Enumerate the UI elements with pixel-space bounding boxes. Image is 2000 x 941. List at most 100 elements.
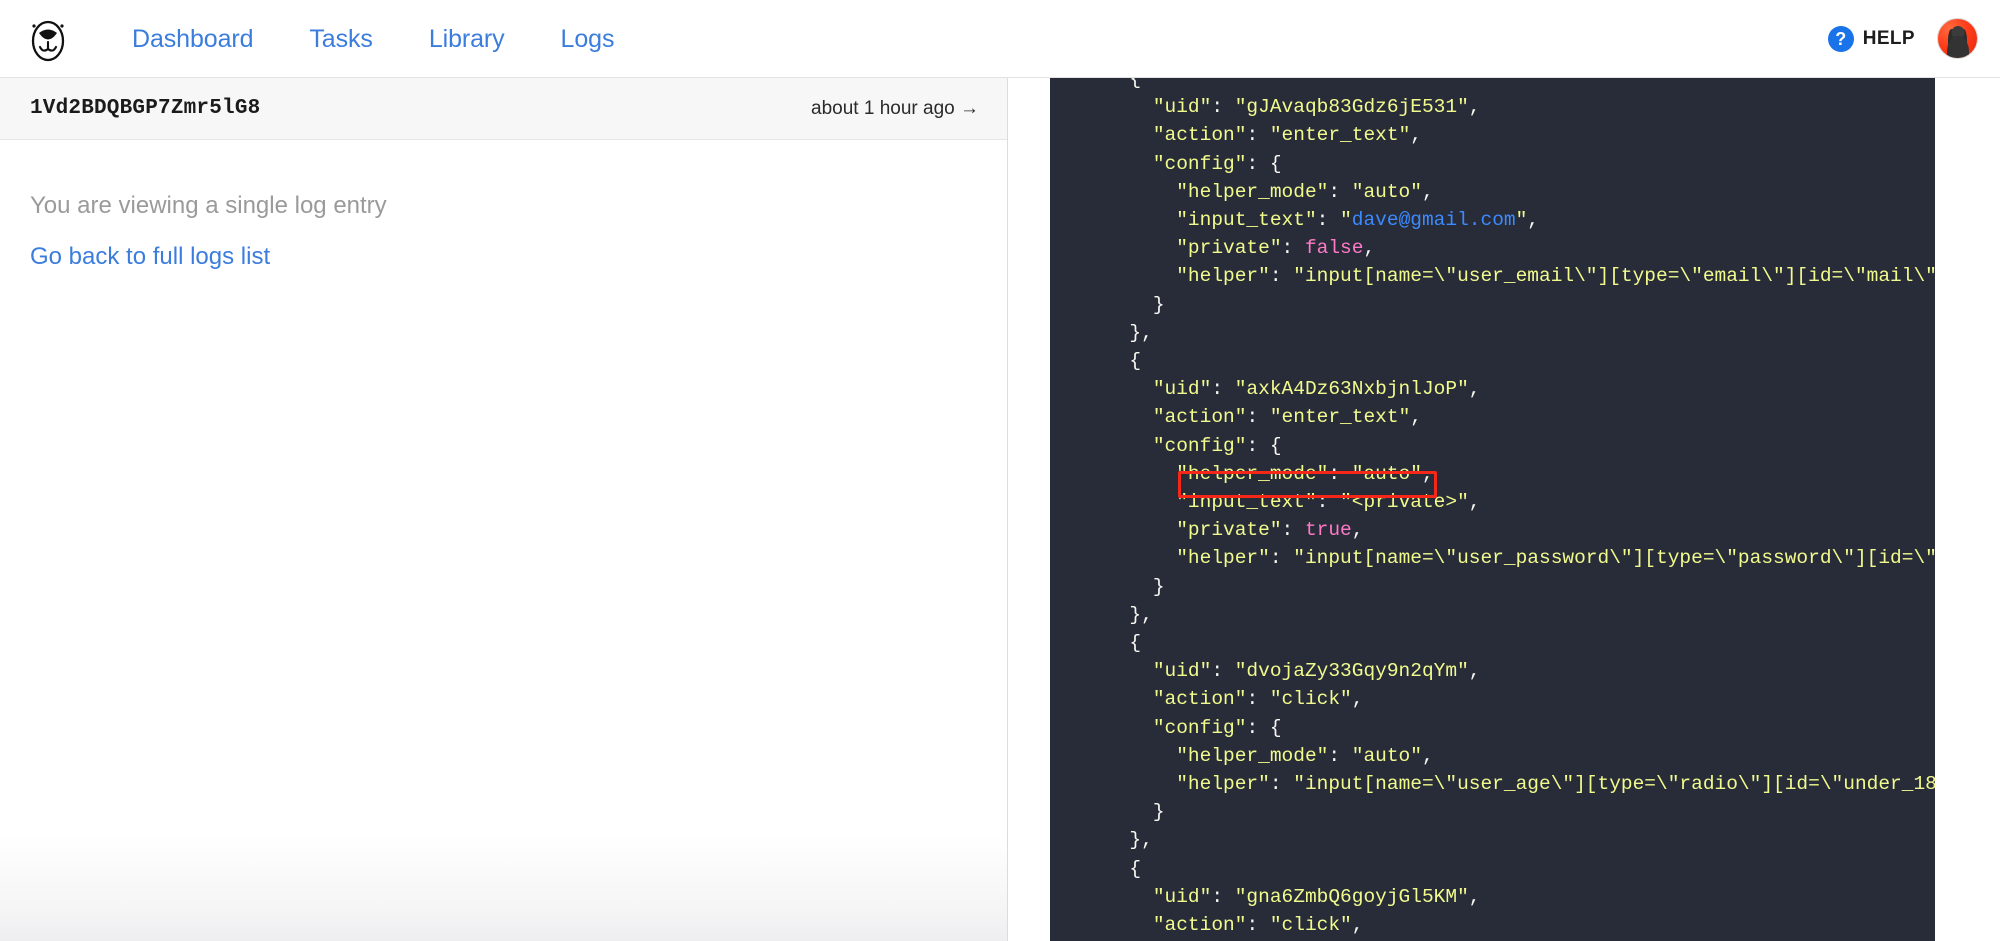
code-token-key: "input_text" [1176, 209, 1316, 231]
code-token-key: "private" [1176, 237, 1281, 259]
code-token-str: "<private>" [1340, 491, 1469, 513]
code-token-punc: , [1422, 463, 1434, 485]
log-entry-body: You are viewing a single log entry Go ba… [0, 140, 1007, 271]
code-token-str: "enter_text" [1270, 124, 1410, 146]
code-token-punc: : [1282, 237, 1305, 259]
single-entry-notice: You are viewing a single log entry [30, 190, 977, 221]
code-token-key: "action" [1153, 406, 1247, 428]
code-token-punc: : [1246, 406, 1269, 428]
code-token-bool: false [1305, 237, 1364, 259]
code-token-str: "click" [1270, 914, 1352, 936]
code-token-punc: , [1469, 886, 1481, 908]
code-token-punc: : [1270, 773, 1293, 795]
code-token-punc: }, [1129, 322, 1152, 344]
nav-item-logs[interactable]: Logs [533, 24, 643, 54]
code-token-str: "input[name=\"user_age\"][type=\"radio\"… [1293, 773, 1935, 795]
code-token-punc: , [1527, 209, 1539, 231]
code-token-str: "auto" [1352, 181, 1422, 203]
code-token-key: "uid" [1153, 378, 1212, 400]
code-token-str: "auto" [1352, 463, 1422, 485]
code-token-punc: : [1282, 519, 1305, 541]
code-token-str: " [1516, 209, 1528, 231]
code-token-punc: : [1211, 660, 1234, 682]
code-token-punc: : [1246, 914, 1269, 936]
code-token-key: "private" [1176, 519, 1281, 541]
code-token-punc: : [1270, 547, 1293, 569]
code-token-punc: , [1352, 519, 1364, 541]
code-token-punc: , [1352, 914, 1364, 936]
code-token-str: "input[name=\"user_password\"][type=\"pa… [1293, 547, 1935, 569]
json-code-content: { "uid": "gJAvaqb83Gdz6jE531", "action":… [1050, 78, 1935, 941]
code-token-key: "action" [1153, 914, 1247, 936]
log-entry-header: 1Vd2BDQBGP7Zmr5lG8 about 1 hour ago → [0, 78, 1007, 140]
code-token-bool: true [1305, 519, 1352, 541]
back-to-logs-link[interactable]: Go back to full logs list [30, 243, 270, 270]
topbar-right-group: ? HELP [1828, 18, 2000, 59]
code-token-punc: : [1211, 886, 1234, 908]
code-token-punc: , [1422, 181, 1434, 203]
code-token-punc: : [1328, 745, 1351, 767]
code-token-link[interactable]: dave@gmail.com [1352, 209, 1516, 231]
code-token-str: "axkA4Dz63NxbjnlJoP" [1235, 378, 1469, 400]
code-token-punc: }, [1129, 829, 1152, 851]
code-token-punc: , [1469, 660, 1481, 682]
code-token-str: "dvojaZy33Gqy9n2qYm" [1235, 660, 1469, 682]
code-token-punc: : { [1246, 153, 1281, 175]
code-token-key: "config" [1153, 435, 1247, 457]
code-token-key: "action" [1153, 124, 1247, 146]
code-token-key: "uid" [1153, 886, 1212, 908]
app-logo-button[interactable] [0, 0, 96, 78]
code-token-key: "helper" [1176, 547, 1270, 569]
code-pane-right-gutter [1935, 78, 2000, 941]
code-token-key: "uid" [1153, 96, 1212, 118]
code-token-key: "config" [1153, 153, 1247, 175]
log-entry-timestamp-link[interactable]: about 1 hour ago → [811, 98, 979, 120]
code-token-punc: , [1410, 124, 1422, 146]
help-button[interactable]: ? HELP [1828, 26, 1915, 52]
log-entry-pane: 1Vd2BDQBGP7Zmr5lG8 about 1 hour ago → Yo… [0, 78, 1008, 941]
code-token-punc: , [1469, 378, 1481, 400]
code-token-punc: { [1129, 858, 1141, 880]
code-token-punc: { [1129, 350, 1141, 372]
json-code-viewer[interactable]: { "uid": "gJAvaqb83Gdz6jE531", "action":… [1050, 78, 1935, 941]
code-token-punc: : { [1246, 435, 1281, 457]
code-token-key: "helper_mode" [1176, 463, 1328, 485]
nav-item-library[interactable]: Library [401, 24, 533, 54]
nav-item-tasks[interactable]: Tasks [281, 24, 400, 54]
code-token-str: "enter_text" [1270, 406, 1410, 428]
help-button-label: HELP [1863, 28, 1915, 50]
code-token-punc: } [1153, 576, 1165, 598]
code-token-key: "helper" [1176, 265, 1270, 287]
bottom-fade-overlay [0, 836, 1007, 941]
code-token-str: "gna6ZmbQ6goyjGl5KM" [1235, 886, 1469, 908]
code-token-punc: : [1211, 96, 1234, 118]
code-token-str: "click" [1270, 688, 1352, 710]
code-token-punc: : [1328, 463, 1351, 485]
code-token-punc: : [1317, 491, 1340, 513]
code-token-punc: }, [1129, 604, 1152, 626]
code-token-str: "input[name=\"user_email\"][type=\"email… [1293, 265, 1935, 287]
code-token-key: "action" [1153, 688, 1247, 710]
code-token-punc: , [1410, 406, 1422, 428]
code-token-key: "helper_mode" [1176, 745, 1328, 767]
code-token-punc: , [1422, 745, 1434, 767]
code-token-punc: : [1246, 688, 1269, 710]
question-mark-circle-icon: ? [1828, 26, 1854, 52]
code-token-key: "helper" [1176, 773, 1270, 795]
top-navigation-bar: Dashboard Tasks Library Logs ? HELP [0, 0, 2000, 78]
code-token-punc: : [1328, 181, 1351, 203]
code-token-key: "uid" [1153, 660, 1212, 682]
code-token-punc: : [1211, 378, 1234, 400]
code-token-punc: , [1469, 96, 1481, 118]
json-code-scroll-area[interactable]: { "uid": "gJAvaqb83Gdz6jE531", "action":… [1050, 78, 1935, 941]
code-token-str: "gJAvaqb83Gdz6jE531" [1235, 96, 1469, 118]
code-token-punc: : [1317, 209, 1340, 231]
code-token-key: "helper_mode" [1176, 181, 1328, 203]
nav-item-dashboard[interactable]: Dashboard [114, 24, 281, 54]
code-token-punc: } [1153, 294, 1165, 316]
avatar[interactable] [1937, 18, 1978, 59]
code-token-punc: : [1270, 265, 1293, 287]
code-token-key: "input_text" [1176, 491, 1316, 513]
code-token-punc: , [1363, 237, 1375, 259]
code-token-punc: { [1129, 78, 1141, 90]
